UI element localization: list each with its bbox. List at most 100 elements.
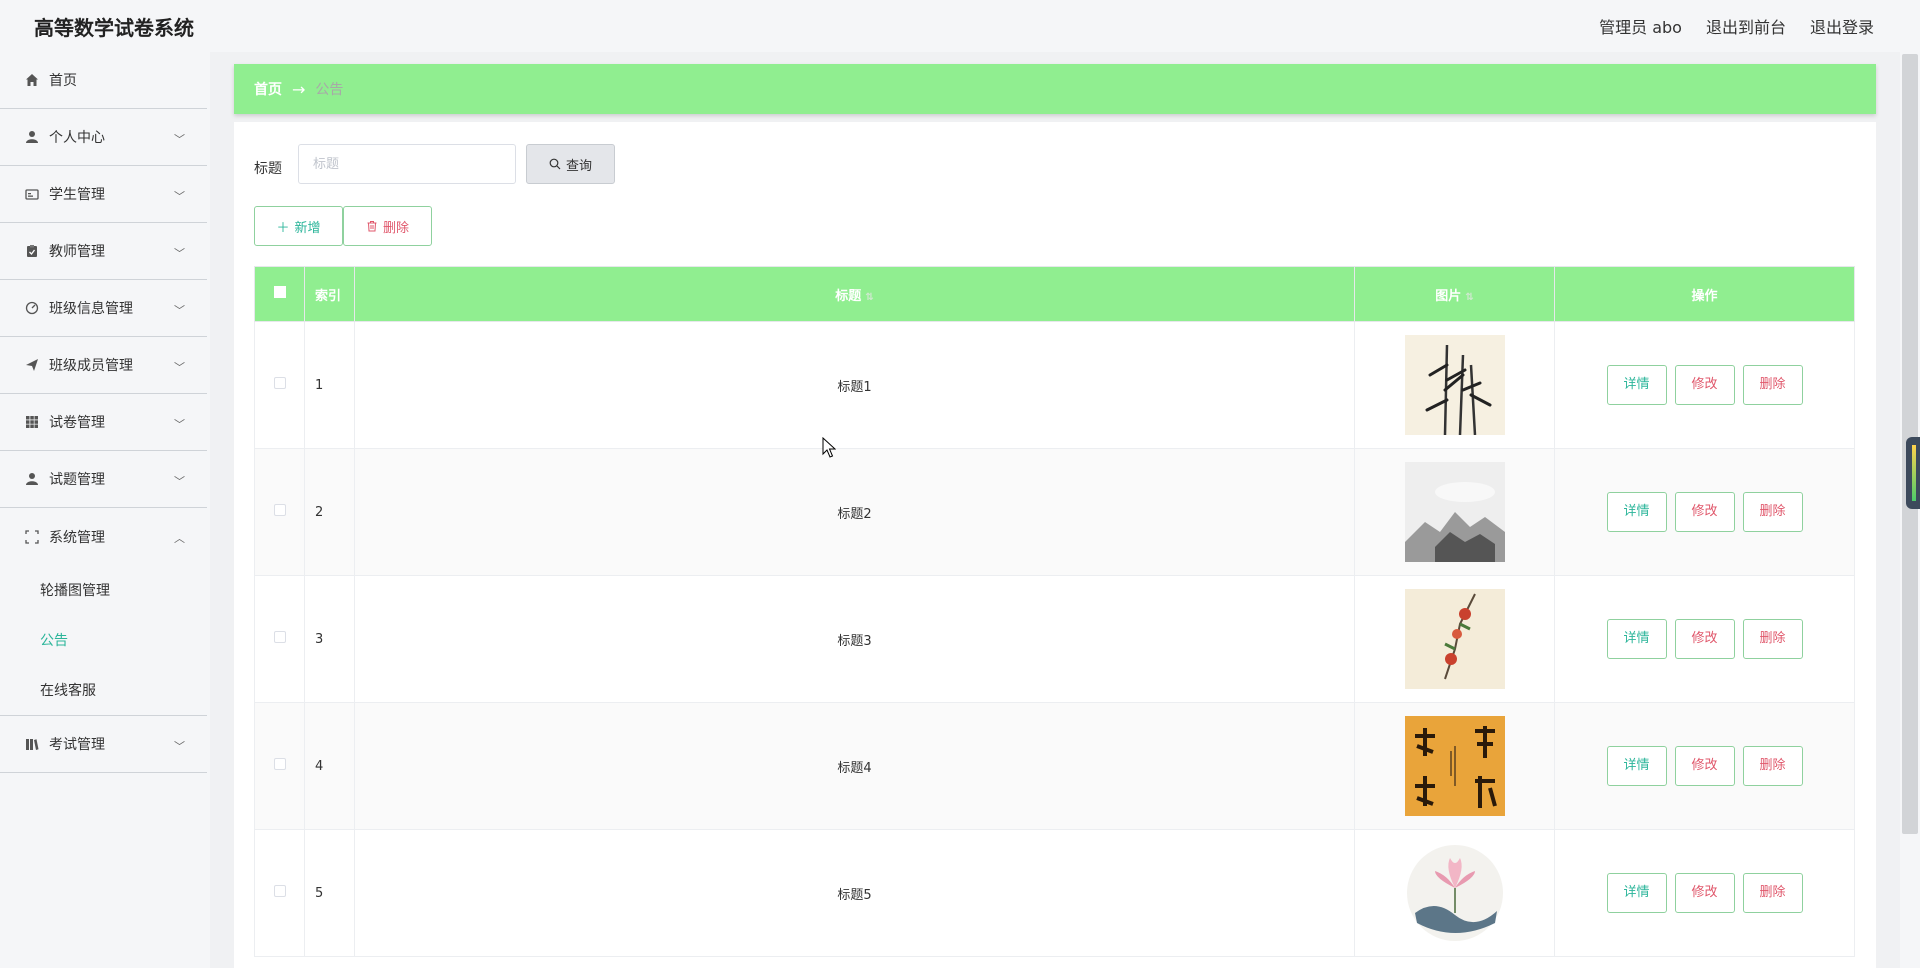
detail-button[interactable]: 详情 [1606,365,1667,405]
sidebar-item-exam-papers[interactable]: 试卷管理 ﹀ [0,394,207,451]
detail-button[interactable]: 详情 [1606,873,1667,913]
row-title: 标题4 [354,702,1355,830]
home-icon [24,72,40,88]
search-label: 标题 [254,161,282,177]
select-all-checkbox[interactable] [273,286,286,298]
edit-button[interactable]: 修改 [1674,746,1735,786]
bamboo-painting-thumbnail[interactable] [1404,335,1505,435]
sidebar-subitem-carousel[interactable]: 轮播图管理 [0,565,207,615]
app-title: 高等数学试卷系统 [34,16,194,40]
header-index: 索引 [304,266,355,322]
batch-delete-button[interactable]: 删除 [343,206,432,246]
sidebar-subitem-notice[interactable]: 公告 [0,615,207,665]
row-index: 2 [304,448,355,576]
sidebar-item-label: 系统管理 [49,529,105,546]
row-index: 4 [304,702,355,830]
sidebar-item-class-members[interactable]: 班级成员管理 ﹀ [0,337,207,394]
sidebar-item-label: 教师管理 [49,244,105,260]
clipboard-icon [24,243,40,259]
add-button[interactable]: ＋ 新增 [254,206,343,246]
top-nav: 管理员 abo 退出到前台 退出登录 [1599,14,1874,38]
table-header-row: 索引 标题 ⇅ 图片 ⇅ 操作 [254,266,1855,322]
sidebar-item-home[interactable]: 首页 [0,52,207,109]
main-area: 首页 → 公告 标题 查询 ＋ 新增 删除 索引 标题⇅ 图片⇅ 操 [210,52,1900,968]
sidebar-item-questions[interactable]: 试题管理 ﹀ [0,451,207,508]
table-row: 1 标题1 详情 修改 删除 [254,321,1855,449]
mountain-painting-thumbnail[interactable] [1404,462,1505,562]
paper-plane-icon [24,357,40,373]
id-card-icon [24,186,40,202]
detail-button[interactable]: 详情 [1606,746,1667,786]
chevron-down-icon: ﹀ [174,418,185,431]
edit-button[interactable]: 修改 [1674,873,1735,913]
row-checkbox[interactable] [273,377,286,389]
edit-button[interactable]: 修改 [1674,619,1735,659]
content-panel: 标题 查询 ＋ 新增 删除 索引 标题⇅ 图片⇅ 操作 [234,122,1876,968]
arrow-right-icon: → [292,79,306,99]
detail-button[interactable]: 详情 [1606,492,1667,532]
row-checkbox[interactable] [273,758,286,770]
table-row: 3 标题3 详情 修改 删除 [254,575,1855,703]
table-row: 4 标题4 详情 修改 删除 [254,702,1855,830]
row-title: 标题2 [354,448,1355,576]
header-image[interactable]: 图片 ⇅ [1354,266,1555,322]
sort-icon[interactable]: ⇅ [1465,292,1473,303]
row-title: 标题5 [354,829,1355,957]
edit-button[interactable]: 修改 [1674,365,1735,405]
row-index: 1 [304,321,355,449]
sidebar-item-label: 班级信息管理 [49,301,133,317]
row-checkbox[interactable] [273,885,286,897]
go-frontend-link[interactable]: 退出到前台 [1706,14,1786,38]
title-search-input[interactable] [298,144,516,184]
sidebar-item-students[interactable]: 学生管理 ﹀ [0,166,207,223]
sidebar-item-teachers[interactable]: 教师管理 ﹀ [0,223,207,280]
sort-icon[interactable]: ⇅ [865,292,873,303]
delete-button[interactable]: 删除 [1742,492,1803,532]
search-button[interactable]: 查询 [526,144,615,184]
row-checkbox[interactable] [273,631,286,643]
sidebar-item-exams[interactable]: 考试管理 ﹀ [0,716,207,773]
delete-button[interactable]: 删除 [1742,619,1803,659]
gauge-icon [24,300,40,316]
chevron-down-icon: ﹀ [174,247,185,260]
sidebar-item-label: 首页 [49,73,77,89]
sidebar-subitem-online-service[interactable]: 在线客服 [0,665,207,715]
trash-icon [367,221,377,232]
header-title[interactable]: 标题 ⇅ [354,266,1355,322]
edit-button[interactable]: 修改 [1674,492,1735,532]
sidebar-item-class-info[interactable]: 班级信息管理 ﹀ [0,280,207,337]
delete-button[interactable]: 删除 [1742,873,1803,913]
mouse-cursor-icon [822,437,836,458]
breadcrumb-current: 公告 [315,82,344,98]
logout-link[interactable]: 退出登录 [1810,14,1874,38]
sidebar-item-system[interactable]: 系统管理 ︿ [0,508,207,565]
breadcrumb-home[interactable]: 首页 [254,79,282,99]
table-row: 5 标题5 详情 修改 删除 [254,829,1855,957]
lotus-painting-thumbnail[interactable] [1404,843,1505,943]
header-select-all[interactable] [254,266,305,322]
sidebar-item-label: 学生管理 [49,187,105,203]
chevron-down-icon: ﹀ [174,361,185,374]
table-row: 2 标题2 详情 修改 删除 [254,448,1855,576]
sidebar-item-label: 个人中心 [49,130,105,146]
sidebar-item-label: 试题管理 [49,472,105,488]
grid-icon [24,414,40,430]
delete-button[interactable]: 删除 [1742,746,1803,786]
search-icon [549,158,561,170]
calligraphy-thumbnail[interactable] [1404,716,1505,816]
current-user-label[interactable]: 管理员 abo [1599,14,1682,38]
flower-branch-painting-thumbnail[interactable] [1404,589,1505,689]
sidebar-item-label: 班级成员管理 [49,358,133,374]
side-floating-widget[interactable] [1906,437,1920,509]
header-ops: 操作 [1554,266,1855,322]
fullscreen-icon [24,529,40,545]
detail-button[interactable]: 详情 [1606,619,1667,659]
chevron-down-icon: ﹀ [174,740,185,753]
widget-indicator [1912,445,1916,501]
notice-table: 索引 标题 ⇅ 图片 ⇅ 操作 1 标题1 详情 修改 删除 2 标题2 详情 … [254,266,1855,957]
row-title: 标题3 [354,575,1355,703]
row-checkbox[interactable] [273,504,286,516]
delete-button[interactable]: 删除 [1742,365,1803,405]
user-icon [24,129,40,145]
sidebar-item-personal-center[interactable]: 个人中心 ﹀ [0,109,207,166]
